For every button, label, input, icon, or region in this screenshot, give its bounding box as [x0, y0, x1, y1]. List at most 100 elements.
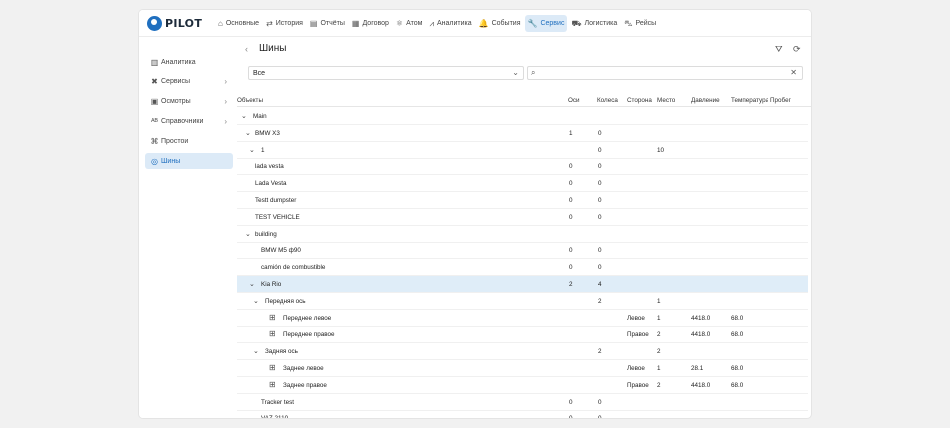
nav-item-label: Отчёты: [320, 20, 345, 27]
table-row[interactable]: ⌄ Kia Rio 2 4: [237, 276, 808, 293]
nav-item-label: История: [275, 20, 303, 27]
table-row[interactable]: Lada Vesta 0 0: [237, 175, 808, 193]
nav-item-2[interactable]: ▤ Отчёты: [307, 15, 348, 32]
row-place: 10: [657, 146, 665, 154]
sidebar-item-4[interactable]: ⌘ Простои: [145, 133, 233, 149]
sidebar-item-0[interactable]: ▥ Аналитика: [145, 54, 233, 70]
table-row[interactable]: ⌄ 1 0 10: [237, 142, 808, 159]
expand-chevron-icon[interactable]: ⌄: [245, 129, 251, 137]
logo-text: PILOT: [165, 16, 203, 30]
nav-item-label: Логистика: [584, 20, 618, 27]
row-pressure: 4418.0: [691, 331, 711, 339]
row-wheels: 0: [598, 146, 602, 154]
expand-chevron-icon[interactable]: ⌄: [245, 230, 251, 238]
table-row[interactable]: ⊞ Заднее левое Левое 1 28.1 68.0: [237, 360, 808, 377]
table-row[interactable]: TEST VEHICLE 0 0: [237, 209, 808, 226]
row-wheels: 0: [598, 180, 602, 188]
column-wheels[interactable]: Колеса: [597, 97, 618, 104]
column-temperature[interactable]: Температура: [731, 97, 768, 104]
table-row[interactable]: ⌄ building: [237, 226, 808, 243]
row-wheels: 0: [598, 213, 602, 221]
filter-icon[interactable]: ⛛: [775, 44, 783, 55]
app-window: PILOT ⌂ Основные ⇄ История ▤ Отчёты ▦ Договор ⚛ А…: [139, 10, 811, 418]
table-row[interactable]: BMW M5 ф90 0 0: [237, 242, 808, 260]
row-name: Tracker test: [261, 398, 295, 406]
bar-chart-icon: ▥: [150, 57, 159, 67]
table-row[interactable]: lada vesta 0 0: [237, 158, 808, 176]
tire-icon: ◎: [151, 156, 158, 166]
sidebar: ▥ Аналитика ✖ Сервисы › ▣ Осмотры › ᴬᴮ Справочник…: [139, 37, 237, 418]
chevron-right-icon: ›: [224, 76, 227, 86]
column-objects[interactable]: Объекты: [237, 97, 263, 104]
sidebar-item-1[interactable]: ✖ Сервисы ›: [145, 73, 233, 89]
row-wheels: 0: [598, 264, 602, 272]
sidebar-item-2[interactable]: ▣ Осмотры ›: [145, 93, 233, 109]
table-row[interactable]: ⌄ Main: [237, 108, 808, 125]
nav-item-9[interactable]: ⛍ Рейсы: [621, 15, 659, 32]
column-pressure[interactable]: Давление: [691, 97, 729, 104]
row-name: Заднее левое: [283, 365, 324, 372]
table-row[interactable]: ⊞ Заднее правое Правое 2 4418.0 68.0: [237, 377, 808, 394]
sidebar-item-3[interactable]: ᴬᴮ Справочники ›: [145, 113, 233, 129]
search-input[interactable]: ⌕ ✕: [527, 66, 803, 80]
chevron-right-icon: ›: [224, 116, 227, 126]
page-title: Шины: [259, 43, 287, 54]
nav-item-label: Сервис: [540, 20, 565, 27]
clear-icon[interactable]: ✕: [790, 68, 797, 77]
column-mileage[interactable]: Пробег: [770, 97, 791, 104]
row-name: Kia Rio: [261, 281, 282, 288]
row-wheels: 0: [598, 415, 602, 418]
row-name: lada vesta: [255, 163, 284, 171]
row-place: 1: [657, 365, 661, 372]
tools-icon: ✖: [151, 76, 158, 86]
table-row[interactable]: ⊞ Переднее правое Правое 2 4418.0 68.0: [237, 326, 808, 344]
row-name: Переднее левое: [283, 314, 332, 322]
row-wheels: 0: [598, 398, 602, 406]
table-row[interactable]: Testt dumpster 0 0: [237, 192, 808, 209]
row-wheels: 0: [598, 163, 602, 171]
nav-item-6[interactable]: 🔔 События: [476, 15, 524, 32]
table-row[interactable]: ⌄ BMW X3 1 0: [237, 125, 808, 142]
row-temperature: 68.0: [731, 331, 744, 339]
table-row[interactable]: ⊞ Переднее левое Левое 1 4418.0 68.0: [237, 310, 808, 327]
row-temperature: 68.0: [731, 314, 744, 322]
table-row[interactable]: Tracker test 0 0: [237, 394, 808, 411]
expand-chevron-icon[interactable]: ⌄: [249, 146, 255, 154]
column-axes[interactable]: Оси: [568, 97, 580, 104]
nav-item-8[interactable]: ⛟ Логистика: [568, 15, 620, 32]
nav-item-label: Договор: [362, 20, 389, 27]
table-row[interactable]: VAZ 2110 0 0: [237, 410, 808, 418]
abc-icon: ᴬᴮ: [151, 116, 158, 126]
main-nav: ⌂ Основные ⇄ История ▤ Отчёты ▦ Договор ⚛ Атом ⩘ Ан…: [215, 15, 660, 32]
logo-icon: [147, 15, 162, 31]
refresh-icon[interactable]: ⟳: [793, 44, 801, 55]
back-chevron-icon[interactable]: ‹: [245, 44, 248, 54]
row-wheels: 2: [598, 297, 602, 305]
sidebar-item-5[interactable]: ◎ Шины: [145, 153, 233, 169]
nav-item-0[interactable]: ⌂ Основные: [215, 15, 262, 32]
expand-chevron-icon[interactable]: ⌄: [253, 297, 259, 305]
nav-item-label: События: [491, 20, 521, 27]
expand-chevron-icon[interactable]: ⌄: [241, 112, 247, 120]
column-side[interactable]: Сторона: [627, 97, 652, 104]
table-row[interactable]: camión de combustible 0 0: [237, 259, 808, 277]
row-name: camión de combustible: [261, 264, 326, 272]
chevron-right-icon: ›: [224, 96, 227, 106]
nav-item-5[interactable]: ⩘ Аналитика: [426, 15, 474, 32]
expand-chevron-icon[interactable]: ⌄: [249, 280, 255, 288]
nav-item-7[interactable]: 🔧 Сервис: [524, 15, 568, 32]
expand-chevron-icon[interactable]: ⌄: [253, 347, 259, 355]
nav-item-4[interactable]: ⚛ Атом: [393, 15, 426, 32]
nav-item-1[interactable]: ⇄ История: [263, 15, 306, 32]
column-place[interactable]: Место: [657, 97, 675, 104]
tire-icon: ⊞: [269, 363, 276, 372]
pilot-logo[interactable]: PILOT: [147, 15, 202, 31]
tire-icon: ⊞: [269, 379, 276, 389]
row-axes: 0: [569, 197, 573, 204]
table-row[interactable]: ⌄ Передняя ось 2 1: [237, 293, 808, 310]
analytics-icon: ⩘: [429, 18, 434, 28]
table-row[interactable]: ⌄ Задняя ось 2 2: [237, 343, 808, 361]
object-filter-select[interactable]: Все ⌄: [248, 66, 524, 80]
row-axes: 0: [569, 247, 573, 255]
nav-item-3[interactable]: ▦ Договор: [349, 15, 392, 32]
